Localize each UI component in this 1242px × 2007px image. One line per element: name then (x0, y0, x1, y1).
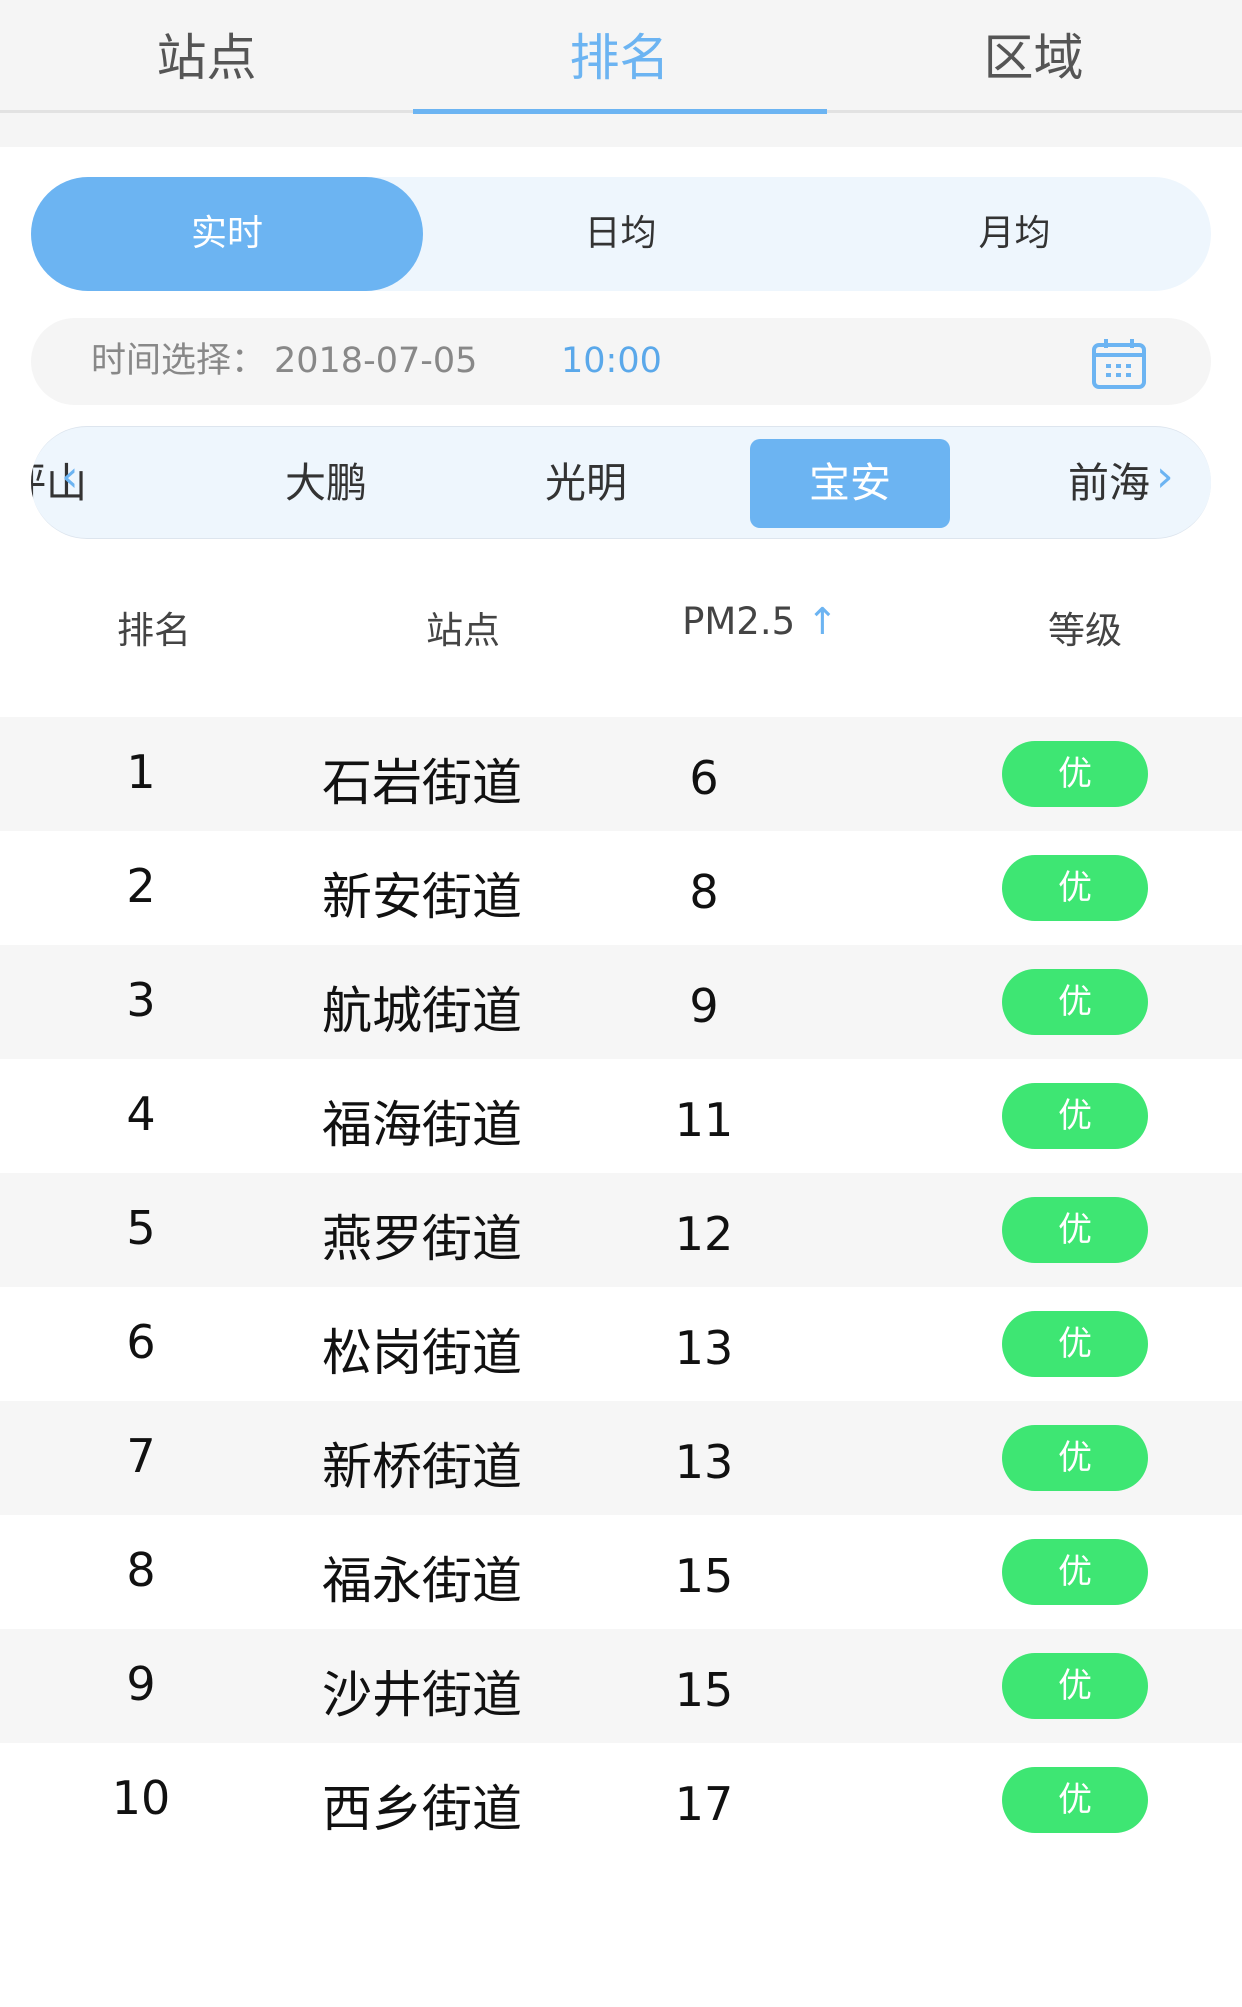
rank-cell: 4 (126, 1087, 156, 1141)
district-baoan[interactable]: 宝安 (750, 439, 950, 528)
pm25-cell: 9 (689, 979, 719, 1033)
top-tabs: 站点 排名 区域 (0, 0, 1242, 147)
station-cell: 沙井街道 (322, 1666, 522, 1724)
pm25-cell: 6 (689, 751, 719, 805)
calendar-icon[interactable] (1091, 338, 1147, 390)
district-qianhai[interactable]: 前海 (1009, 427, 1209, 538)
period-realtime[interactable]: 实时 (31, 177, 423, 291)
table-row[interactable]: 6 松岗街道 13 优 (0, 1287, 1242, 1401)
header-pm25[interactable]: PM2.5 ↑ (682, 600, 838, 643)
station-cell: 石岩街道 (322, 754, 522, 812)
active-tab-indicator (413, 109, 827, 114)
table-row[interactable]: 2 新安街道 8 优 (0, 831, 1242, 945)
district-pingshan[interactable]: 坪山 (31, 427, 146, 538)
station-cell: 航城街道 (322, 982, 522, 1040)
level-badge: 优 (1002, 1767, 1148, 1833)
tab-station[interactable]: 站点 (0, 18, 413, 90)
rank-cell: 1 (126, 745, 156, 799)
station-cell: 福永街道 (322, 1552, 522, 1610)
pm25-cell: 12 (674, 1207, 734, 1261)
pm25-cell: 8 (689, 865, 719, 919)
time-hour: 10:00 (561, 341, 662, 381)
rank-cell: 2 (126, 859, 156, 913)
tab-ranking[interactable]: 排名 (413, 18, 826, 90)
level-badge: 优 (1002, 1539, 1148, 1605)
station-cell: 松岗街道 (322, 1324, 522, 1382)
pm25-cell: 11 (674, 1093, 734, 1147)
table-row[interactable]: 5 燕罗街道 12 优 (0, 1173, 1242, 1287)
chevron-right-icon[interactable]: › (1156, 451, 1174, 502)
rank-cell: 9 (126, 1657, 156, 1711)
period-selector: 实时 日均 月均 (31, 177, 1211, 291)
tab-region[interactable]: 区域 (827, 18, 1240, 90)
level-badge: 优 (1002, 1425, 1148, 1491)
station-cell: 福海街道 (322, 1096, 522, 1154)
header-pm25-label: PM2.5 (682, 600, 796, 643)
table-row[interactable]: 9 沙井街道 15 优 (0, 1629, 1242, 1743)
table-row[interactable]: 8 福永街道 15 优 (0, 1515, 1242, 1629)
period-daily[interactable]: 日均 (423, 177, 818, 291)
time-label: 时间选择： (91, 341, 267, 381)
table-row[interactable]: 1 石岩街道 6 优 (0, 717, 1242, 831)
level-badge: 优 (1002, 855, 1148, 921)
level-badge: 优 (1002, 969, 1148, 1035)
time-picker[interactable]: 时间选择： 2018-07-05 10:00 (31, 318, 1211, 405)
level-badge: 优 (1002, 1083, 1148, 1149)
station-cell: 新安街道 (322, 868, 522, 926)
pm25-cell: 13 (674, 1435, 734, 1489)
rank-cell: 5 (126, 1201, 156, 1255)
table-row[interactable]: 4 福海街道 11 优 (0, 1059, 1242, 1173)
station-cell: 西乡街道 (322, 1780, 522, 1838)
pm25-cell: 17 (674, 1777, 734, 1831)
header-station: 站点 (426, 609, 500, 652)
level-badge: 优 (1002, 1653, 1148, 1719)
table-row[interactable]: 7 新桥街道 13 优 (0, 1401, 1242, 1515)
station-cell: 新桥街道 (322, 1438, 522, 1496)
chevron-left-icon[interactable]: ‹ (61, 451, 79, 502)
rank-cell: 8 (126, 1543, 156, 1597)
station-cell: 燕罗街道 (322, 1210, 522, 1268)
district-guangming[interactable]: 光明 (486, 427, 686, 538)
header-rank: 排名 (117, 609, 191, 652)
header-level: 等级 (1048, 609, 1122, 652)
table-row[interactable]: 10 西乡街道 17 优 (0, 1743, 1242, 1857)
district-dapeng[interactable]: 大鹏 (226, 427, 426, 538)
rank-cell: 10 (111, 1771, 171, 1825)
rank-cell: 6 (126, 1315, 156, 1369)
time-date: 2018-07-05 (274, 341, 478, 381)
period-monthly[interactable]: 月均 (818, 177, 1211, 291)
sort-ascending-icon[interactable]: ↑ (807, 600, 838, 643)
table-header: 排名 站点 PM2.5 ↑ 等级 (0, 600, 1242, 670)
pm25-cell: 15 (674, 1549, 734, 1603)
pm25-cell: 13 (674, 1321, 734, 1375)
level-badge: 优 (1002, 1197, 1148, 1263)
level-badge: 优 (1002, 1311, 1148, 1377)
rank-cell: 7 (126, 1429, 156, 1483)
table-row[interactable]: 3 航城街道 9 优 (0, 945, 1242, 1059)
pm25-cell: 15 (674, 1663, 734, 1717)
district-scroller: 坪山 ‹ 大鹏 光明 宝安 前海 › (31, 426, 1211, 539)
level-badge: 优 (1002, 741, 1148, 807)
rank-cell: 3 (126, 973, 156, 1027)
